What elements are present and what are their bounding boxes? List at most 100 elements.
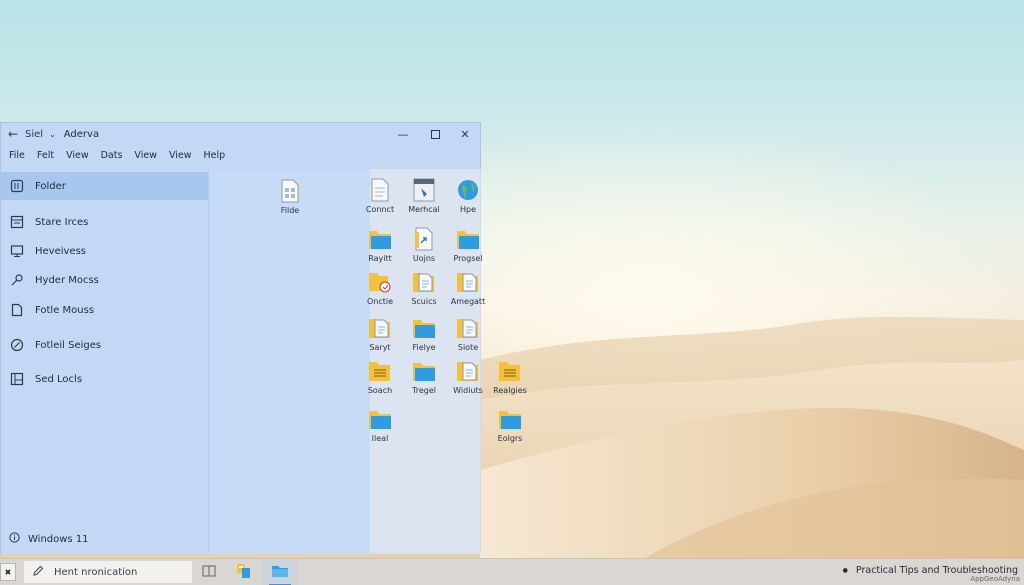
file-item-label: Onctie (366, 297, 394, 306)
file-item[interactable]: Amegatt (448, 270, 488, 306)
search-text: Hent nronication (54, 566, 138, 578)
application-icon (412, 178, 436, 202)
close-button[interactable]: ✕ (450, 123, 480, 145)
menu-dats[interactable]: Dats (101, 150, 123, 161)
file-item[interactable]: Eolgrs (490, 407, 530, 443)
file-item[interactable]: Ileal (360, 407, 400, 443)
file-item-label: Fielye (412, 343, 436, 352)
nav-item-label: Hyder Mocss (35, 274, 99, 286)
document-list-icon (9, 214, 25, 230)
file-item[interactable]: Scuics (404, 270, 444, 306)
file-item[interactable]: Tregel (404, 359, 444, 395)
file-item-label: Amegatt (450, 297, 486, 306)
folder-document-icon (412, 270, 436, 294)
nav-item-fotle-mouss[interactable]: Fotle Mouss (1, 296, 208, 324)
menu-view[interactable]: View (66, 150, 89, 161)
menu-view-2[interactable]: View (134, 150, 157, 161)
file-item-label: Tregel (412, 386, 436, 395)
folder-icon (456, 227, 480, 251)
taskbar-app-explorer[interactable] (263, 559, 297, 585)
file-item[interactable]: Onctie (360, 270, 400, 306)
nav-item-sed-locls[interactable]: Sed Locls (1, 365, 208, 393)
bullet-icon: ● (842, 567, 848, 574)
shortcut-file-icon (412, 227, 436, 251)
nav-item-hyder-mocss[interactable]: Hyder Mocss (1, 266, 208, 294)
file-item[interactable]: Merhcal (404, 178, 444, 214)
folder-lines-icon (498, 359, 522, 383)
taskbar: ✖ Hent nronication ● Practical Tips and … (0, 558, 1024, 585)
globe-icon (456, 178, 480, 202)
menu-file[interactable]: File (9, 150, 25, 161)
file-item[interactable]: Siote (448, 316, 488, 352)
file-item-label: Connct (365, 205, 395, 214)
folder-badge-icon (368, 270, 392, 294)
folder-icon (368, 227, 392, 251)
file-item[interactable]: Hpe (448, 178, 488, 214)
menu-view-3[interactable]: View (169, 150, 192, 161)
taskbar-search[interactable]: Hent nronication (24, 561, 192, 583)
file-item[interactable]: Connct (360, 178, 400, 214)
navigation-pane: Folder Stare Irces Heveivess Hyder Mocss… (1, 169, 208, 554)
file-item[interactable]: Realgies (490, 359, 530, 395)
window-title: Aderva (63, 128, 100, 140)
nav-item-heveivess[interactable]: Heveivess (1, 237, 208, 265)
address-path[interactable]: Siel (25, 129, 43, 140)
file-item-label: Scuics (411, 297, 437, 306)
folder-document-icon (456, 270, 480, 294)
task-view-icon (202, 565, 216, 580)
menu-bar: File Felt View Dats View View Help (1, 145, 480, 165)
folder-document-icon (456, 316, 480, 340)
info-icon (9, 532, 20, 546)
chevron-down-icon[interactable]: ⌄ (49, 130, 56, 139)
maximize-icon (430, 129, 440, 139)
link-icon (9, 272, 25, 288)
nav-item-label: Sed Locls (35, 373, 83, 385)
folder-outline-icon (9, 178, 25, 194)
maximize-button[interactable] (420, 123, 450, 145)
os-version-label: Windows 11 (28, 533, 89, 545)
file-item-label: Soach (367, 386, 393, 395)
nav-item-label: Stare Irces (35, 216, 89, 228)
watermark: AppGeoAdyna (970, 575, 1020, 583)
nav-item-label: Fotleil Seiges (35, 339, 102, 351)
status-footer: Windows 11 (9, 532, 89, 546)
start-button[interactable]: ✖ (0, 563, 16, 581)
file-item[interactable]: Progsel (448, 227, 488, 263)
file-item[interactable]: Soach (360, 359, 400, 395)
folder-document-icon (456, 359, 480, 383)
file-item-label: Uojns (412, 254, 436, 263)
monitor-icon (9, 243, 25, 259)
compass-icon (9, 337, 25, 353)
back-arrow-icon[interactable]: ← (1, 127, 25, 141)
nav-item-stare-irces[interactable]: Stare Irces (1, 208, 208, 236)
taskbar-app-taskview[interactable] (192, 559, 226, 585)
file-item[interactable]: Uojns (404, 227, 444, 263)
pencil-icon (32, 565, 44, 580)
folder-icon (368, 407, 392, 431)
file-icon (9, 302, 25, 318)
file-item-filde[interactable]: Filde (270, 179, 310, 215)
file-item[interactable]: Saryt (360, 316, 400, 352)
nav-item-label: Heveivess (35, 245, 87, 257)
nav-item-label: Fotle Mouss (35, 304, 95, 316)
file-item-label: Eolgrs (497, 434, 523, 443)
nav-item-label: Folder (35, 180, 66, 192)
folder-icon (412, 359, 436, 383)
file-item[interactable]: Rayitt (360, 227, 400, 263)
file-item-label: Siote (457, 343, 479, 352)
start-icon: ✖ (4, 567, 12, 577)
folder-icon (271, 564, 289, 581)
folder-document-icon (368, 316, 392, 340)
folder-icon (412, 316, 436, 340)
minimize-button[interactable]: — (388, 123, 418, 145)
image-icon (9, 371, 25, 387)
document-icon (368, 178, 392, 202)
taskbar-app-files[interactable] (227, 559, 261, 585)
menu-felt[interactable]: Felt (37, 150, 54, 161)
menu-help[interactable]: Help (204, 150, 226, 161)
file-item-label: Filde (280, 206, 300, 215)
file-item[interactable]: Fielye (404, 316, 444, 352)
nav-item-folder[interactable]: Folder (1, 172, 208, 200)
nav-item-fotleil-seiges[interactable]: Fotleil Seiges (1, 331, 208, 359)
file-item[interactable]: Widiuts (448, 359, 488, 395)
